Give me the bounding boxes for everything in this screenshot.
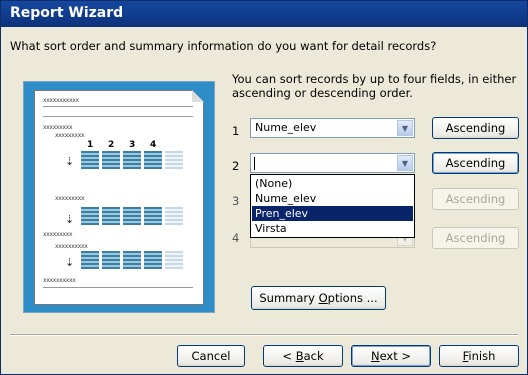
sort-number: 2 <box>232 159 240 173</box>
button-label: inish <box>468 349 496 363</box>
cancel-button[interactable]: Cancel <box>177 345 245 367</box>
accelerator-key: B <box>295 349 304 363</box>
preview-block <box>123 207 141 225</box>
preview-text: xxxxxxxxxxx <box>43 97 79 104</box>
az-sort-icon: ⇣ <box>65 213 75 226</box>
chevron-down-icon[interactable]: ▼ <box>397 155 413 171</box>
button-label: ack <box>303 349 324 363</box>
az-sort-icon: ⇣ <box>65 256 75 269</box>
sort-order-3-button[interactable]: Ascending <box>432 188 519 210</box>
preview-text: xxxxxxxxx <box>43 124 73 131</box>
preview-block <box>123 251 141 269</box>
preview-block <box>102 251 120 269</box>
preview-text: xxxxxxxxx <box>43 231 73 238</box>
preview-line <box>43 116 193 117</box>
page-fold <box>192 90 204 102</box>
sort-order-1-button[interactable]: Ascending <box>432 117 519 139</box>
preview-block <box>81 151 99 169</box>
title-bar[interactable]: Report Wizard <box>1 1 527 27</box>
sort-order-2-button[interactable]: Ascending <box>432 152 519 174</box>
finish-button[interactable]: Finish <box>439 345 519 367</box>
column-number: 1 <box>87 140 94 150</box>
preview-text: xxxxxxxxxx <box>43 277 76 284</box>
sort-field-value: Nume_elev <box>255 121 317 134</box>
preview-block <box>144 207 162 225</box>
sort-field-2-combo[interactable]: ▼ <box>250 153 415 173</box>
preview-block <box>165 151 183 169</box>
button-label: ptions ... <box>327 291 378 305</box>
dropdown-option-selected[interactable]: Pren_elev <box>252 206 413 221</box>
column-number: 2 <box>108 140 115 150</box>
preview-block <box>102 151 120 169</box>
button-label: Summary <box>259 291 319 305</box>
dropdown-option[interactable]: (None) <box>252 176 413 191</box>
text-caret <box>254 157 255 170</box>
column-number: 4 <box>150 140 157 150</box>
dropdown-option[interactable]: Virsta <box>252 221 413 236</box>
report-wizard-window: Report Wizard What sort order and summar… <box>0 0 528 375</box>
button-label: ext > <box>379 349 412 363</box>
sort-number: 1 <box>232 124 240 138</box>
back-button[interactable]: < Back <box>263 345 343 367</box>
preview-block <box>165 251 183 269</box>
preview-line <box>43 106 193 107</box>
accelerator-key: O <box>318 291 328 305</box>
preview-block <box>81 207 99 225</box>
sort-number: 3 <box>232 194 240 208</box>
preview-text: xxxxxxxxx <box>55 195 85 202</box>
preview-block <box>123 151 141 169</box>
column-number: 3 <box>129 140 136 150</box>
next-button[interactable]: Next > <box>351 345 431 367</box>
preview-page: xxxxxxxxxxx xxxxxxxxx xxxxxxxxx 1 2 3 4 … <box>34 90 204 305</box>
chevron-down-icon[interactable]: ▼ <box>397 120 413 136</box>
preview-block <box>102 207 120 225</box>
sort-field-dropdown-list[interactable]: (None) Nume_elev Pren_elev Virsta <box>250 174 415 238</box>
preview-block <box>144 151 162 169</box>
preview-line <box>43 287 193 288</box>
sort-number: 4 <box>232 231 240 245</box>
preview-block <box>81 251 99 269</box>
sort-info-text: You can sort records by up to four field… <box>232 72 517 100</box>
summary-options-button[interactable]: Summary Options ... <box>251 286 386 310</box>
button-label: < <box>282 349 296 363</box>
dropdown-option[interactable]: Nume_elev <box>252 191 413 206</box>
separator <box>10 334 518 336</box>
window-title: Report Wizard <box>10 5 124 21</box>
preview-block <box>165 207 183 225</box>
question-label: What sort order and summary information … <box>10 39 437 53</box>
preview-block <box>144 251 162 269</box>
preview-text: xxxxxxxxxx <box>55 243 88 250</box>
preview-text: xxxxxxxxx <box>55 132 85 139</box>
sort-field-1-combo[interactable]: Nume_elev ▼ <box>250 118 415 138</box>
report-preview: xxxxxxxxxxx xxxxxxxxx xxxxxxxxx 1 2 3 4 … <box>23 81 215 313</box>
az-sort-icon: ⇣ <box>65 155 75 168</box>
sort-order-4-button[interactable]: Ascending <box>432 227 519 249</box>
accelerator-key: N <box>370 349 380 363</box>
